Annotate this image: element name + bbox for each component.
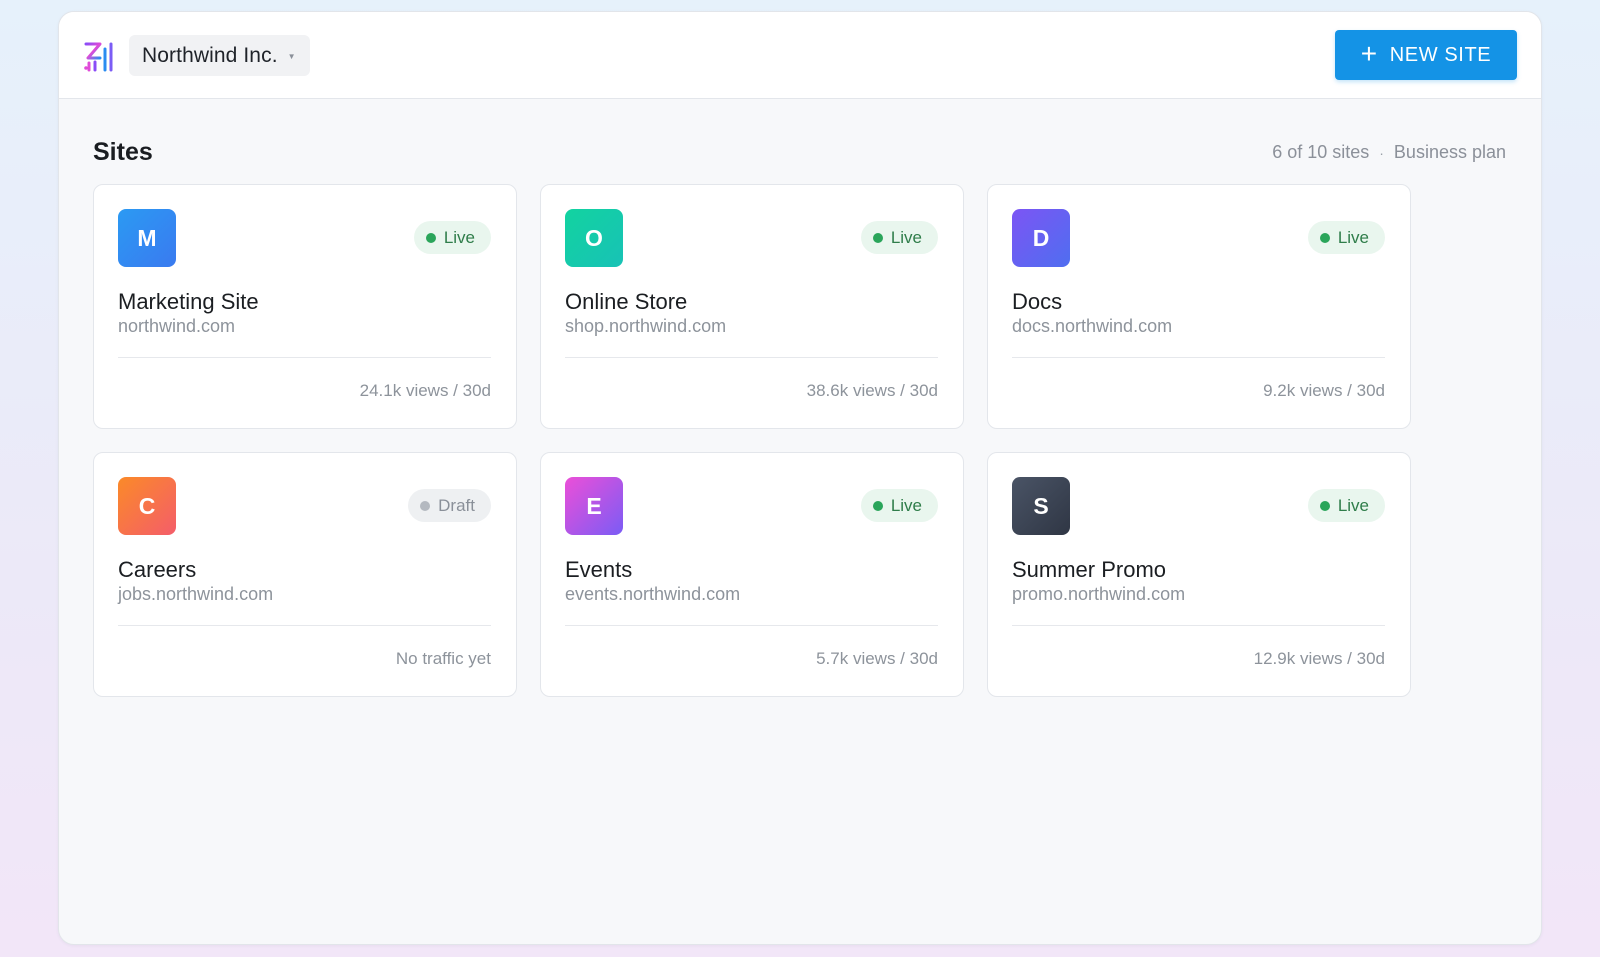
site-traffic: 38.6k views / 30d (806, 381, 938, 400)
status-label: Live (1337, 227, 1369, 247)
site-domain: events.northwind.com (565, 584, 741, 604)
card-divider (565, 625, 938, 626)
site-usage-count: 6 of 10 sites (1272, 142, 1370, 162)
site-card[interactable]: S Live Summer Promo promo.northwind.com … (987, 452, 1411, 697)
site-traffic: 12.9k views / 30d (1253, 649, 1385, 668)
site-traffic: 24.1k views / 30d (359, 381, 491, 400)
site-card[interactable]: D Live Docs docs.northwind.com 9.2k view… (987, 184, 1411, 429)
site-domain: jobs.northwind.com (118, 584, 274, 604)
separator-dot: · (1379, 144, 1384, 161)
site-traffic: 9.2k views / 30d (1263, 381, 1385, 400)
site-avatar: M (118, 209, 176, 267)
status-dot-icon (420, 500, 431, 511)
status-label: Live (890, 495, 922, 515)
new-site-button[interactable]: + NEW SITE (1335, 30, 1517, 80)
site-card[interactable]: M Live Marketing Site northwind.com 24.1… (93, 184, 517, 429)
plus-icon: + (1360, 37, 1378, 69)
status-badge: Live (413, 221, 491, 254)
status-badge: Live (860, 489, 938, 522)
status-badge: Live (1307, 221, 1385, 254)
site-domain: promo.northwind.com (1012, 584, 1186, 604)
site-name: Docs (1012, 289, 1063, 314)
page-title: Sites (93, 138, 153, 166)
site-card[interactable]: O Live Online Store shop.northwind.com 3… (540, 184, 964, 429)
status-badge: Live (860, 221, 938, 254)
status-dot-icon (425, 232, 436, 243)
plan-name: Business plan (1393, 142, 1506, 162)
site-avatar: O (565, 209, 623, 267)
site-domain: shop.northwind.com (565, 316, 727, 336)
card-divider (118, 357, 491, 358)
site-card[interactable]: C Draft Careers jobs.northwind.com No tr… (93, 452, 517, 697)
site-name: Online Store (565, 289, 688, 314)
status-label: Live (1337, 495, 1369, 515)
chevron-down-icon: ▼ (287, 51, 296, 61)
status-badge: Live (1307, 489, 1385, 522)
site-domain: docs.northwind.com (1012, 316, 1173, 336)
site-name: Events (565, 557, 633, 582)
new-site-label: NEW SITE (1389, 43, 1492, 66)
site-domain: northwind.com (118, 316, 236, 336)
status-label: Draft (438, 495, 475, 515)
site-name: Careers (118, 557, 197, 582)
site-avatar: C (118, 477, 176, 535)
card-divider (1012, 357, 1385, 358)
usage-summary: 6 of 10 sites · Business plan (1272, 142, 1506, 163)
status-label: Live (890, 227, 922, 247)
card-divider (565, 357, 938, 358)
card-divider (118, 625, 491, 626)
site-avatar: S (1012, 477, 1070, 535)
org-name: Northwind Inc. (142, 43, 278, 67)
app-window: Northwind Inc. ▼ + NEW SITE Sites 6 of 1… (58, 11, 1542, 945)
status-dot-icon (872, 500, 883, 511)
site-name: Summer Promo (1012, 557, 1167, 582)
status-label: Live (443, 227, 475, 247)
top-bar: Northwind Inc. ▼ + NEW SITE (59, 12, 1541, 99)
status-dot-icon (872, 232, 883, 243)
workspace-logo-icon (84, 42, 113, 72)
card-divider (1012, 625, 1385, 626)
site-traffic: 5.7k views / 30d (816, 649, 938, 668)
site-name: Marketing Site (118, 289, 259, 314)
site-card[interactable]: E Live Events events.northwind.com 5.7k … (540, 452, 964, 697)
sites-grid: M Live Marketing Site northwind.com 24.1… (93, 184, 1411, 697)
status-dot-icon (1319, 500, 1330, 511)
site-avatar: E (565, 477, 623, 535)
status-dot-icon (1319, 232, 1330, 243)
status-badge: Draft (408, 489, 491, 522)
site-traffic: No traffic yet (395, 649, 491, 668)
org-switcher[interactable]: Northwind Inc. ▼ (129, 35, 310, 76)
site-avatar: D (1012, 209, 1070, 267)
